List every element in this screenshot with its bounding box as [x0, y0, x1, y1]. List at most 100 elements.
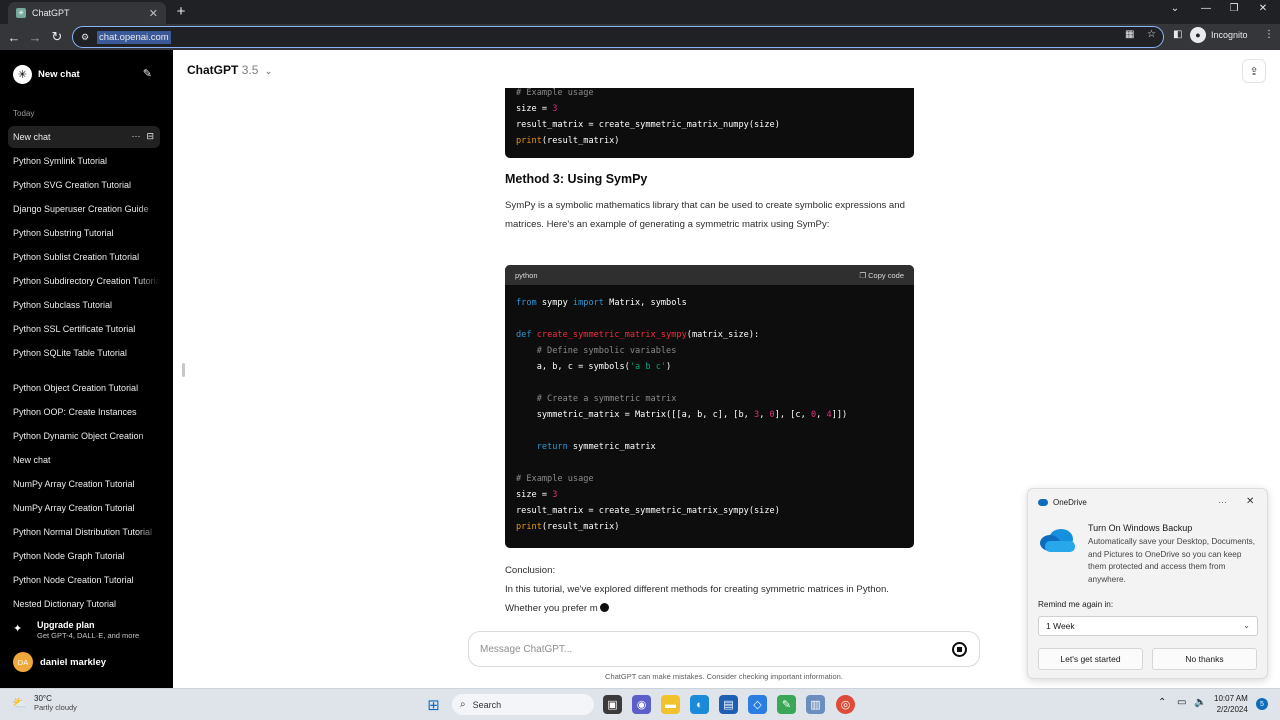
toast-close-icon[interactable]: ✕: [1246, 496, 1254, 507]
sidebar-chat-item[interactable]: New chat ··· ⊟: [8, 126, 160, 148]
upgrade-plan-button[interactable]: ✦ Upgrade plan Get GPT-4, DALL·E, and mo…: [13, 620, 139, 640]
sidebar-chat-item[interactable]: Python Subclass Tutorial: [8, 294, 160, 316]
volume-icon[interactable]: 🔈: [1194, 697, 1206, 708]
sidebar: ✳ New chat ✎ Today New chat ··· ⊟ Python Sy…: [0, 50, 173, 688]
sidebar-chat-item[interactable]: Python Node Creation Tutorial: [8, 569, 160, 591]
copy-code-button[interactable]: ❐ Copy code: [859, 271, 904, 280]
sidebar-chat-label: Python Node Creation Tutorial: [13, 575, 134, 585]
reload-icon[interactable]: ↻: [49, 29, 65, 45]
sidebar-chat-item[interactable]: Django Superuser Creation Guide: [8, 198, 160, 220]
sidebar-chat-label: Python Normal Distribution Tutorial: [13, 527, 153, 537]
more-options-icon[interactable]: ···: [131, 131, 140, 142]
tab-search-chevron-icon[interactable]: ⌄: [1168, 3, 1182, 14]
disclaimer: ChatGPT can make mistakes. Consider chec…: [605, 672, 843, 681]
sidebar-chat-item[interactable]: Python Subdirectory Creation Tutorial: [8, 270, 160, 292]
sidebar-chat-item[interactable]: Python Sublist Creation Tutorial: [8, 246, 160, 268]
edge-browser-icon[interactable]: ◐: [690, 695, 709, 714]
url-field[interactable]: ⚙ chat.openai.com: [72, 26, 1164, 48]
sidebar-chat-label: Python SVG Creation Tutorial: [13, 180, 132, 190]
sidebar-new-chat-button[interactable]: ✳ New chat ✎: [8, 62, 158, 86]
share-button[interactable]: ⇪: [1242, 59, 1266, 83]
onedrive-notification: OneDrive ··· ✕ Turn On Windows Backup Au…: [1027, 488, 1268, 679]
sidebar-section-today: Today: [13, 109, 35, 118]
qr-code-icon[interactable]: ▦: [1125, 29, 1134, 40]
new-chat-edit-icon[interactable]: ✎: [143, 67, 152, 80]
new-tab-icon[interactable]: +: [172, 2, 190, 20]
back-icon[interactable]: ←: [6, 29, 22, 45]
lets-get-started-button[interactable]: Let's get started: [1038, 648, 1143, 670]
sidebar-chat-item[interactable]: Python Object Creation Tutorial: [8, 377, 160, 399]
incognito-profile-button[interactable]: ● Incognito: [1190, 27, 1248, 43]
forward-icon[interactable]: →: [27, 29, 43, 45]
chat-actions: ··· ⊟: [131, 131, 154, 142]
message-input[interactable]: [480, 643, 920, 655]
weather-widget[interactable]: ⛅ 30°C Partly cloudy: [12, 694, 77, 712]
text-fade: [138, 545, 160, 567]
model-name: ChatGPT: [187, 63, 239, 77]
address-bar-row: ← → ↻ ⚙ chat.openai.com ▦ ☆ ◧ ● Incognit…: [0, 24, 1280, 50]
remind-interval-select[interactable]: 1 Week ⌄: [1038, 616, 1258, 636]
show-hidden-icons-icon[interactable]: ⌃: [1158, 697, 1166, 708]
archive-icon[interactable]: ⊟: [146, 131, 154, 142]
sidebar-collapse-handle[interactable]: [182, 363, 185, 377]
sidebar-chat-item[interactable]: Python Substring Tutorial: [8, 222, 160, 244]
file-explorer-icon[interactable]: ▬: [661, 695, 680, 714]
sidebar-chat-item[interactable]: Python Symlink Tutorial: [8, 150, 160, 172]
sidebar-chat-item[interactable]: Python SQLite Table Tutorial: [8, 342, 160, 364]
clock-date: 2/2/2024: [1216, 705, 1248, 714]
taskbar-search-box[interactable]: ⌕ Search: [452, 694, 594, 715]
no-thanks-button[interactable]: No thanks: [1152, 648, 1257, 670]
conclusion-label: Conclusion:: [505, 565, 556, 576]
temperature: 30°C: [34, 694, 52, 703]
system-clock[interactable]: 10:07 AM 2/2/2024: [1214, 693, 1248, 715]
message-composer[interactable]: [468, 631, 980, 667]
site-info-icon[interactable]: ⚙: [79, 31, 91, 43]
tab-close-icon[interactable]: ✕: [149, 7, 158, 20]
sidebar-chat-item[interactable]: NumPy Array Creation Tutorial: [8, 497, 160, 519]
sidebar-chat-item[interactable]: Python Node Graph Tutorial: [8, 545, 160, 567]
sidebar-chat-item[interactable]: Python Dynamic Object Creation: [8, 425, 160, 447]
browser-menu-icon[interactable]: ⋮: [1264, 29, 1274, 40]
text-fade: [138, 425, 160, 447]
sidebar-chat-label: Python OOP: Create Instances: [13, 407, 137, 417]
conclusion-text: In this tutorial, we've explored differe…: [505, 584, 889, 614]
sidebar-chat-label: Python SSL Certificate Tutorial: [13, 324, 136, 334]
maximize-icon[interactable]: ❐: [1227, 3, 1241, 14]
windows-start-icon[interactable]: ⊞: [424, 695, 443, 714]
notification-badge[interactable]: 5: [1256, 698, 1268, 710]
sidebar-chat-item[interactable]: Nested Dictionary Tutorial: [8, 593, 160, 615]
model-version: 3.5: [241, 63, 259, 77]
sidebar-chat-label: Python Substring Tutorial: [13, 228, 114, 238]
user-menu-button[interactable]: DA daniel markley: [13, 652, 106, 672]
code-block-sympy: python ❐ Copy code from sympy import Mat…: [505, 265, 914, 548]
sidebar-chat-label: Python Symlink Tutorial: [13, 156, 108, 166]
sidebar-chat-item[interactable]: Python OOP: Create Instances: [8, 401, 160, 423]
text-fade: [138, 270, 160, 292]
teams-chat-icon[interactable]: ◉: [632, 695, 651, 714]
sidebar-chat-item[interactable]: NumPy Array Creation Tutorial: [8, 473, 160, 495]
microsoft-store-icon[interactable]: ▤: [719, 695, 738, 714]
model-selector[interactable]: ChatGPT 3.5 ⌄: [187, 63, 272, 77]
stop-generating-button[interactable]: [952, 642, 967, 657]
openai-logo-icon: ✳: [13, 64, 32, 84]
network-icon[interactable]: ▭: [1177, 697, 1186, 708]
task-view-icon[interactable]: ▣: [603, 695, 622, 714]
notepad-plus-icon[interactable]: ✎: [777, 695, 796, 714]
sidebar-chat-label: New chat: [13, 455, 51, 465]
side-panel-icon[interactable]: ◧: [1173, 29, 1182, 40]
sidebar-chat-item[interactable]: Python SSL Certificate Tutorial: [8, 318, 160, 340]
window-close-icon[interactable]: ✕: [1256, 3, 1270, 14]
vscode-icon[interactable]: ◇: [748, 695, 767, 714]
minimize-icon[interactable]: —: [1199, 3, 1213, 14]
bookmark-star-icon[interactable]: ☆: [1147, 29, 1156, 40]
sidebar-chat-item[interactable]: New chat: [8, 449, 160, 471]
chrome-icon[interactable]: ◎: [836, 695, 855, 714]
sidebar-chat-item[interactable]: Python SVG Creation Tutorial: [8, 174, 160, 196]
more-options-icon[interactable]: ···: [1218, 497, 1227, 507]
browser-tab[interactable]: ✳ ChatGPT ✕: [8, 2, 166, 24]
app-window-icon[interactable]: ▥: [806, 695, 825, 714]
url-text[interactable]: chat.openai.com: [97, 30, 171, 44]
toast-title: Turn On Windows Backup: [1088, 523, 1193, 533]
sidebar-chat-item[interactable]: Python Normal Distribution Tutorial: [8, 521, 160, 543]
text-fade: [138, 497, 160, 519]
